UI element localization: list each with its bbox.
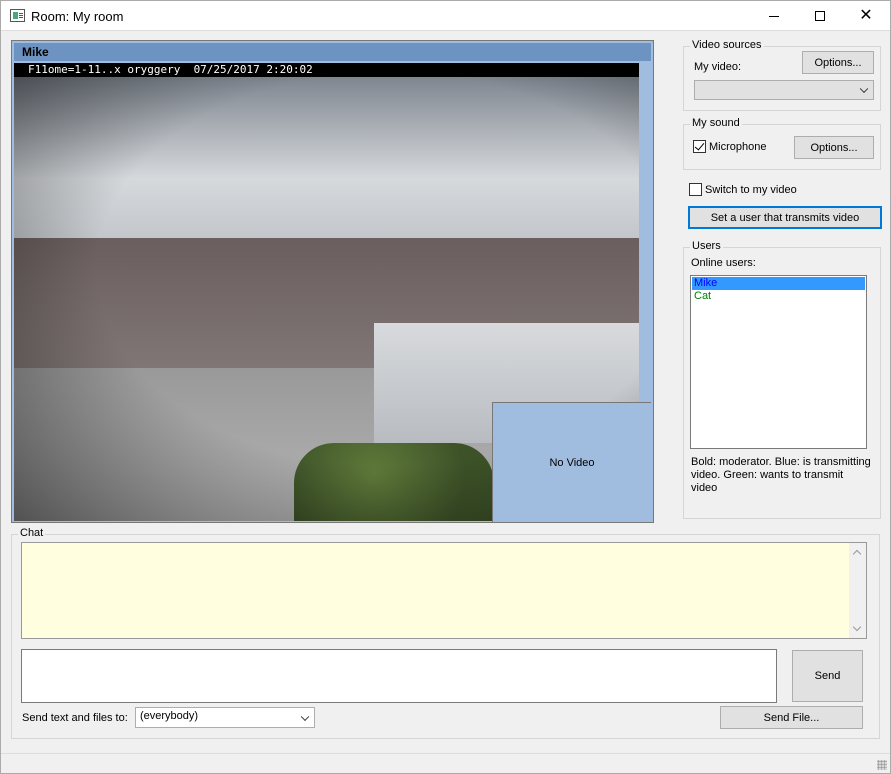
chat-log[interactable] — [21, 542, 867, 639]
video-sources-label: Video sources — [690, 39, 764, 51]
switch-to-my-video-label[interactable]: Switch to my video — [705, 184, 797, 196]
minimize-button[interactable] — [751, 1, 797, 31]
microphone-checkbox[interactable] — [693, 140, 706, 153]
title-bar[interactable]: Room: My room ✕ — [1, 1, 890, 31]
my-video-select[interactable] — [694, 80, 874, 100]
users-label: Users — [690, 240, 723, 252]
chat-label: Chat — [18, 527, 46, 539]
chat-log-scrollbar[interactable] — [849, 543, 866, 638]
send-button[interactable]: Send — [792, 650, 863, 702]
maximize-button[interactable] — [797, 1, 843, 31]
my-video-label: My video: — [694, 61, 742, 73]
minimize-icon — [769, 15, 779, 17]
send-to-value: (everybody) — [140, 710, 199, 722]
resize-grip-icon[interactable] — [877, 760, 887, 770]
switch-to-my-video-checkbox[interactable] — [689, 183, 702, 196]
set-transmitting-user-button[interactable]: Set a user that transmits video — [688, 206, 882, 229]
user-item-cat[interactable]: Cat — [692, 290, 865, 303]
send-to-select[interactable]: (everybody) — [135, 707, 315, 728]
send-to-label: Send text and files to: — [22, 712, 128, 724]
no-video-placeholder: No Video — [492, 402, 651, 522]
chevron-down-icon — [300, 712, 310, 721]
send-file-button[interactable]: Send File... — [720, 706, 863, 729]
window-title: Room: My room — [31, 9, 124, 24]
room-window: Room: My room ✕ Mike F11ome=1-11..x oryg… — [0, 0, 891, 774]
app-icon[interactable] — [10, 9, 25, 22]
video-panel: Mike F11ome=1-11..x oryggery 07/25/2017 … — [11, 40, 654, 523]
user-item-mike[interactable]: Mike — [692, 277, 865, 290]
chat-message-input[interactable] — [21, 649, 777, 703]
chevron-down-icon — [859, 84, 869, 94]
video-user-name: Mike — [14, 43, 651, 61]
status-bar — [1, 753, 890, 773]
no-video-label: No Video — [549, 456, 595, 469]
online-users-list[interactable]: Mike Cat — [690, 275, 867, 449]
microphone-label[interactable]: Microphone — [709, 141, 766, 153]
sound-options-button[interactable]: Options... — [794, 136, 874, 159]
scroll-down-icon[interactable] — [852, 622, 862, 632]
close-button[interactable]: ✕ — [843, 1, 889, 31]
video-options-button[interactable]: Options... — [802, 51, 874, 74]
maximize-icon — [815, 11, 825, 21]
online-users-label: Online users: — [691, 257, 756, 269]
users-color-legend: Bold: moderator. Blue: is transmitting v… — [691, 456, 871, 494]
close-icon: ✕ — [859, 7, 873, 24]
scroll-up-icon[interactable] — [852, 549, 862, 559]
camera-timestamp-overlay: F11ome=1-11..x oryggery 07/25/2017 2:20:… — [14, 63, 639, 77]
my-sound-label: My sound — [690, 117, 742, 129]
